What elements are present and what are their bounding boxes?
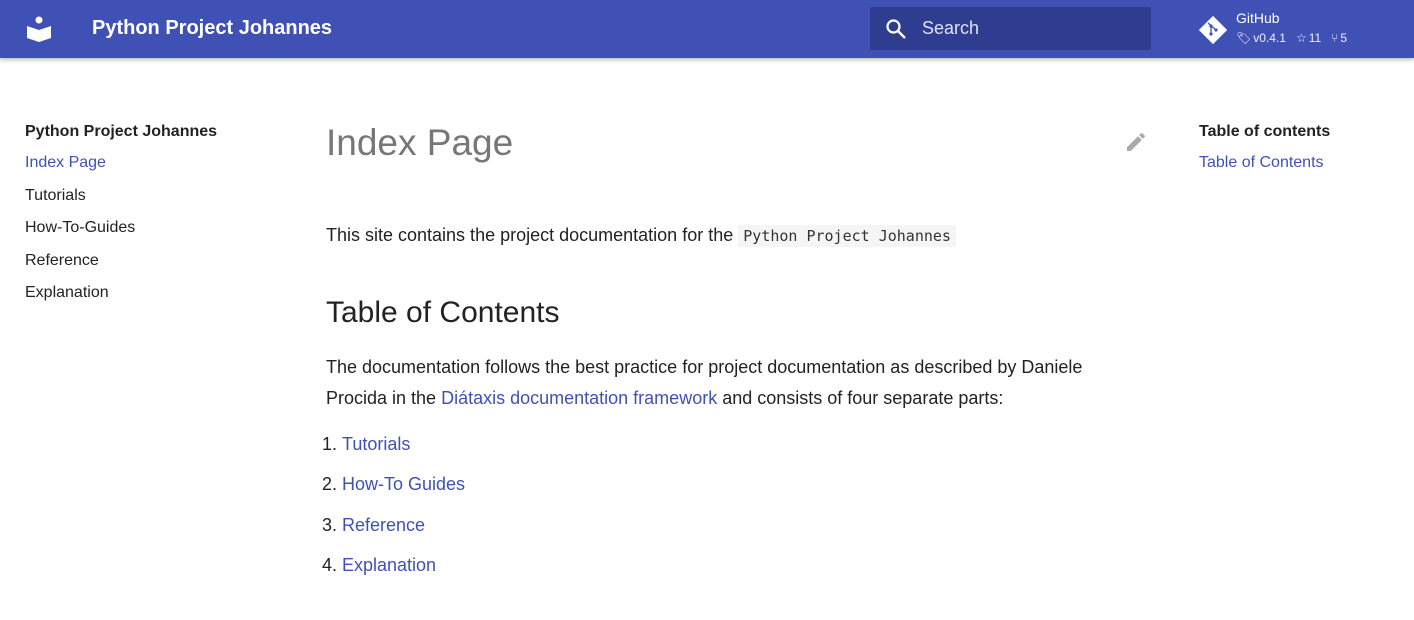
nav-title: Python Project Johannes xyxy=(25,123,217,141)
nav-item-reference[interactable]: Reference xyxy=(25,252,217,285)
sidebar-nav: Python Project Johannes Index Page Tutor… xyxy=(25,123,217,317)
site-title[interactable]: Python Project Johannes xyxy=(92,17,332,40)
search-box[interactable] xyxy=(870,7,1151,50)
toc-sidebar: Table of contents Table of Contents xyxy=(1199,123,1330,172)
description-paragraph: The documentation follows the best pract… xyxy=(326,352,1146,414)
star-icon: ☆ xyxy=(1296,31,1307,45)
repo-stars: 11 xyxy=(1309,31,1321,45)
nav-item-explanation[interactable]: Explanation xyxy=(25,284,217,317)
desc-text-end: and consists of four separate parts: xyxy=(717,388,1003,408)
repo-forks: 5 xyxy=(1340,31,1347,45)
intro-paragraph: This site contains the project documenta… xyxy=(326,220,1146,252)
edit-pencil-icon[interactable] xyxy=(1124,130,1148,154)
header: Python Project Johannes GitHub 🏷︎v0.4.1 … xyxy=(0,0,1414,58)
fork-icon: ⑂ xyxy=(1331,31,1338,45)
project-code: Python Project Johannes xyxy=(738,225,956,247)
intro-text: This site contains the project documenta… xyxy=(326,225,738,245)
main-content: Index Page This site contains the projec… xyxy=(326,122,1146,595)
page-title: Index Page xyxy=(326,122,1146,164)
list-link-tutorials[interactable]: Tutorials xyxy=(342,434,410,454)
nav-item-index[interactable]: Index Page xyxy=(25,154,217,187)
list-link-reference[interactable]: Reference xyxy=(342,515,425,535)
list-link-how-to-guides[interactable]: How-To Guides xyxy=(342,474,465,494)
nav-item-tutorials[interactable]: Tutorials xyxy=(25,187,217,220)
parts-list: Tutorials How-To Guides Reference Explan… xyxy=(342,434,1146,595)
repo-name: GitHub xyxy=(1236,10,1280,26)
nav-item-how-to-guides[interactable]: How-To-Guides xyxy=(25,219,217,252)
git-icon xyxy=(1198,15,1228,45)
search-input[interactable] xyxy=(922,7,1142,50)
tag-icon: 🏷︎ xyxy=(1236,31,1251,45)
repo-version: v0.4.1 xyxy=(1253,31,1286,45)
toc-heading: Table of Contents xyxy=(326,296,1146,330)
logo-book-icon[interactable] xyxy=(27,16,51,42)
toc-item-table-of-contents[interactable]: Table of Contents xyxy=(1199,154,1324,171)
toc-title: Table of contents xyxy=(1199,123,1330,141)
search-icon xyxy=(884,17,908,41)
list-link-explanation[interactable]: Explanation xyxy=(342,555,436,575)
diataxis-link[interactable]: Diátaxis documentation framework xyxy=(441,388,717,408)
